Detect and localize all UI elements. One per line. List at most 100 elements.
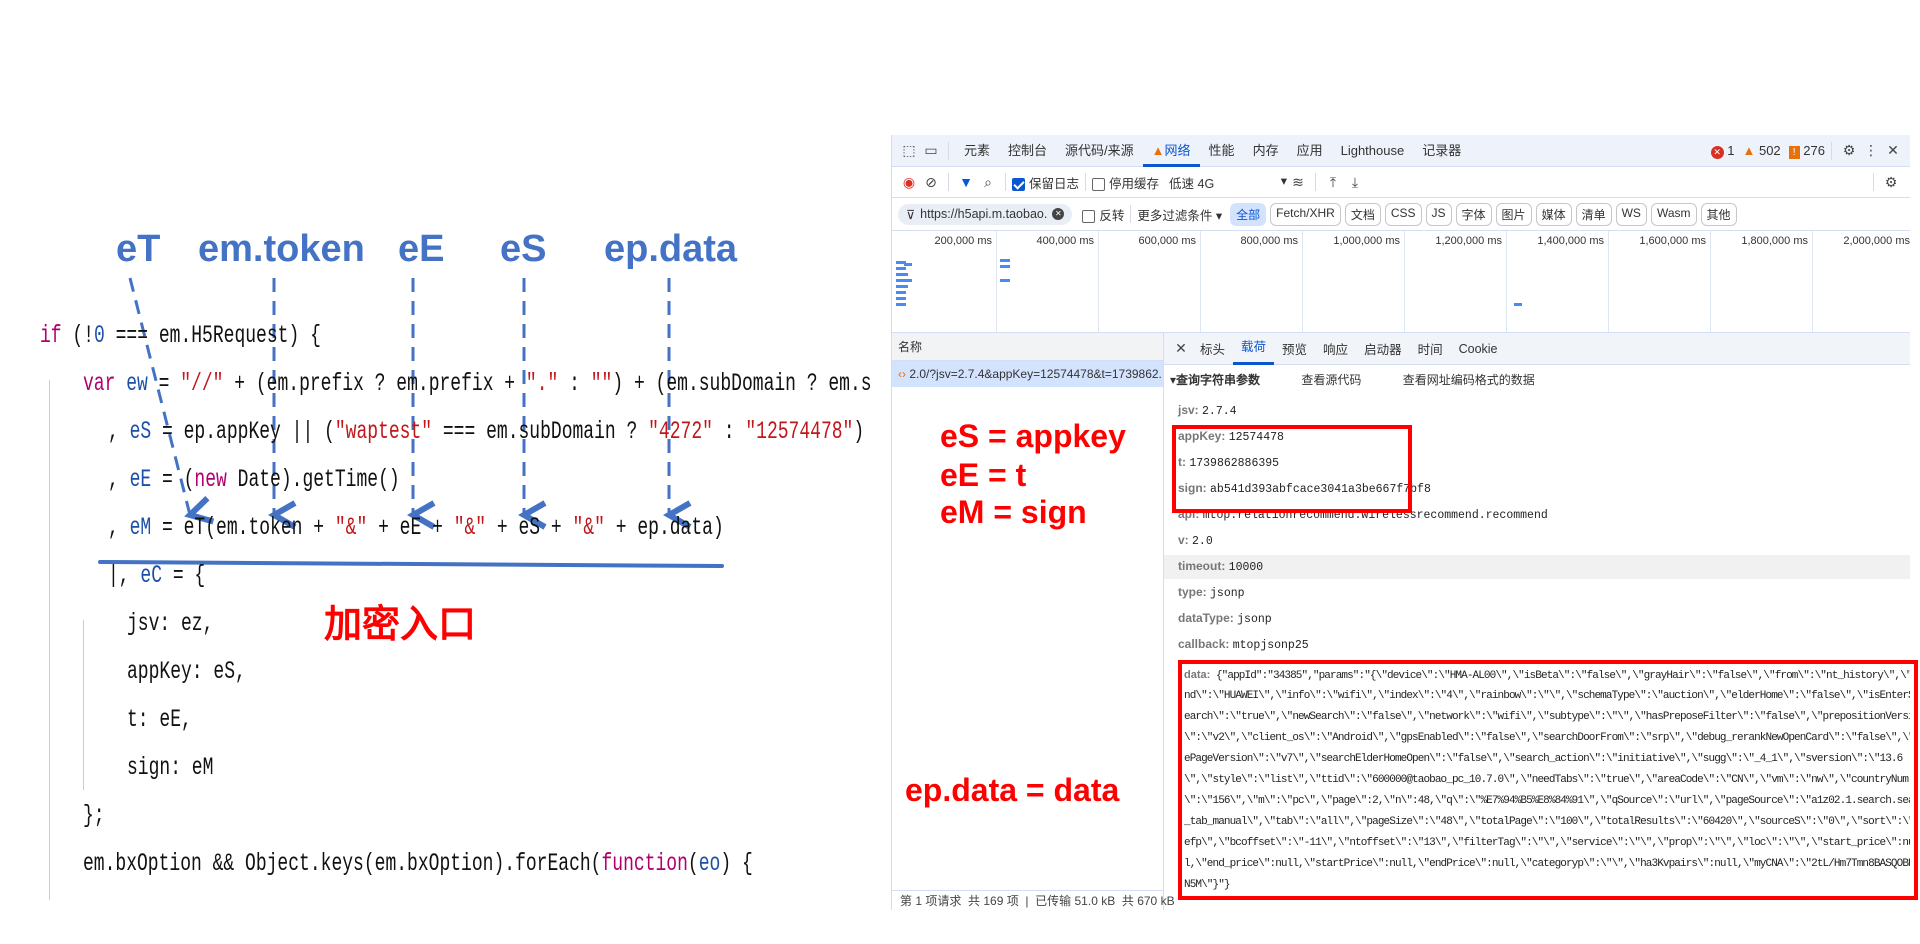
view-url-encoded-link[interactable]: 查看网址编码格式的数据 <box>1403 373 1535 387</box>
param-key: v: <box>1178 533 1189 547</box>
close-devtools-icon[interactable]: ✕ <box>1882 140 1904 162</box>
settings-gear-icon[interactable]: ⚙ <box>1838 140 1860 162</box>
filter-chip[interactable]: 字体 <box>1455 202 1492 226</box>
code-token: 0 <box>94 321 105 350</box>
invert-label: 反转 <box>1099 208 1125 223</box>
code-token: em.bxOption && Object.keys(em.bxOption).… <box>83 849 602 878</box>
filter-chip[interactable]: Wasm <box>1650 202 1697 226</box>
filter-chip[interactable]: WS <box>1615 202 1647 226</box>
import-har-icon[interactable]: ⤒ <box>1322 171 1344 193</box>
record-icon[interactable]: ◉ <box>898 171 920 193</box>
timeline-tick-label: 1,200,000 ms <box>1435 235 1502 247</box>
tab-console[interactable]: 控制台 <box>999 135 1056 167</box>
tab-memory[interactable]: 内存 <box>1244 135 1288 167</box>
tab-headers[interactable]: 标头 <box>1192 339 1233 358</box>
tab-network-label: 网络 <box>1164 142 1191 158</box>
filter-chip[interactable]: 清单 <box>1575 202 1612 226</box>
code-line: em.bxOption && Object.keys(em.bxOption).… <box>83 849 753 897</box>
code-token: function <box>601 849 688 878</box>
preserve-log-label: 保留日志 <box>1029 176 1080 191</box>
timeline-request-bar <box>896 303 906 306</box>
devtools-tab-bar: ⬚ ▭ 元素 控制台 源代码/来源 ▲网络 性能 内存 应用 Lighthous… <box>892 135 1910 167</box>
tab-timing[interactable]: 时间 <box>1410 339 1451 358</box>
code-token: ( <box>687 849 699 878</box>
highlight-box-sign-params <box>1172 425 1412 513</box>
code-token: + (em.prefix ? em.prefix + <box>223 369 526 398</box>
encryption-entry-label: 加密入口 <box>324 604 477 646</box>
tab-response[interactable]: 响应 <box>1315 339 1356 358</box>
throttling-select[interactable]: 低速 4G ▾ <box>1169 173 1287 192</box>
script-icon: ‹› <box>898 367 906 381</box>
issues-count[interactable]: ! 276 <box>1788 142 1825 159</box>
request-row[interactable]: ‹› 2.0/?jsv=2.7.4&appKey=12574478&t=1739… <box>892 361 1163 387</box>
throttling-value: 低速 4G <box>1169 176 1215 191</box>
clear-filter-icon[interactable]: ✕ <box>1052 208 1065 220</box>
query-param-row: jsv: 2.7.4 <box>1178 403 1237 418</box>
filter-icon[interactable]: ▼ <box>955 171 977 193</box>
tab-performance[interactable]: 性能 <box>1200 135 1244 167</box>
tab-recorder[interactable]: 记录器 <box>1413 135 1470 167</box>
timeline-request-bar <box>896 273 908 276</box>
param-key: type: <box>1178 585 1207 599</box>
resource-type-chips: 全部 Fetch/XHR 文档 CSS JS 字体 图片 媒体 清单 WS Wasm 其他 <box>1230 202 1740 226</box>
code-token: = eT(em.token + <box>151 513 335 542</box>
filter-chip[interactable]: 文档 <box>1344 202 1381 226</box>
query-params-toggle[interactable]: ▾查询字符串参数 <box>1170 373 1260 387</box>
filter-chip[interactable]: 图片 <box>1495 202 1532 226</box>
filter-chip[interactable]: JS <box>1425 202 1452 226</box>
filter-chip[interactable]: 媒体 <box>1535 202 1572 226</box>
more-options-icon[interactable]: ⋮ <box>1860 140 1882 162</box>
network-conditions-icon[interactable]: ≋ <box>1287 171 1309 193</box>
code-token: "." <box>525 369 559 398</box>
more-filters-dropdown[interactable]: 更多过滤条件 ▾ <box>1137 205 1222 224</box>
tab-preview[interactable]: 预览 <box>1274 339 1315 358</box>
filter-chip[interactable]: 全部 <box>1230 202 1267 226</box>
param-value: mtopjsonp25 <box>1232 639 1309 652</box>
timeline-tick-label: 800,000 ms <box>1240 235 1298 247</box>
tab-initiator[interactable]: 启动器 <box>1356 339 1410 358</box>
code-line: sign: eM <box>127 753 213 801</box>
network-settings-gear-icon[interactable]: ⚙ <box>1880 171 1902 193</box>
close-details-icon[interactable]: ✕ <box>1170 338 1192 360</box>
code-token: "" <box>590 369 613 398</box>
error-count[interactable]: ✕ 1 <box>1710 143 1734 159</box>
tab-network[interactable]: ▲网络 <box>1142 135 1200 167</box>
timeline-request-bar <box>896 291 906 294</box>
issues-count-value: 276 <box>1803 142 1825 158</box>
tab-sources[interactable]: 源代码/来源 <box>1056 135 1143 167</box>
timeline-request-bar <box>1000 259 1010 262</box>
network-toolbar: ◉ ⊘ ▼ ⌕ 保留日志 停用缓存 低速 4G ▾ ≋ ⤒ ⤓ ⚙ <box>892 167 1910 198</box>
network-overview-timeline[interactable]: 200,000 ms 400,000 ms 600,000 ms 800,000 ms… <box>892 231 1910 333</box>
clear-icon[interactable]: ⊘ <box>920 171 942 193</box>
tab-application[interactable]: 应用 <box>1288 135 1332 167</box>
query-param-row: type: jsonp <box>1178 585 1245 600</box>
code-token: new <box>194 465 227 494</box>
filter-chip[interactable]: Fetch/XHR <box>1270 202 1341 226</box>
tab-cookies[interactable]: Cookie <box>1451 342 1506 356</box>
search-icon[interactable]: ⌕ <box>977 171 999 193</box>
invert-checkbox[interactable]: 反转 <box>1082 205 1124 224</box>
timeline-tick-label: 1,600,000 ms <box>1639 235 1706 247</box>
tab-elements[interactable]: 元素 <box>955 135 999 167</box>
preserve-log-checkbox[interactable]: 保留日志 <box>1012 173 1079 192</box>
filter-chip[interactable]: 其他 <box>1700 202 1737 226</box>
tab-payload[interactable]: 载荷 <box>1233 333 1275 365</box>
column-header-name[interactable]: 名称 <box>892 333 1163 361</box>
warning-count-value: 502 <box>1758 143 1781 158</box>
view-source-link[interactable]: 查看源代码 <box>1301 373 1361 387</box>
tab-lighthouse[interactable]: Lighthouse <box>1332 135 1414 167</box>
timeline-tick-label: 600,000 ms <box>1138 235 1196 247</box>
warning-count[interactable]: ▲ 502 <box>1742 143 1780 158</box>
code-token: + eE + <box>367 513 454 542</box>
export-har-icon[interactable]: ⤓ <box>1344 171 1366 193</box>
row-highlight <box>1164 555 1910 579</box>
disable-cache-checkbox[interactable]: 停用缓存 <box>1092 173 1159 192</box>
filter-input[interactable]: ⊽ https://h5api.m.taobao. ✕ <box>898 203 1073 225</box>
device-toolbar-icon[interactable]: ▭ <box>920 140 942 162</box>
timeline-request-bar <box>1000 265 1010 268</box>
code-token: "4272" <box>648 417 713 446</box>
inspect-element-icon[interactable]: ⬚ <box>898 140 920 162</box>
param-key: jsv: <box>1178 403 1199 417</box>
filter-chip[interactable]: CSS <box>1384 202 1422 226</box>
